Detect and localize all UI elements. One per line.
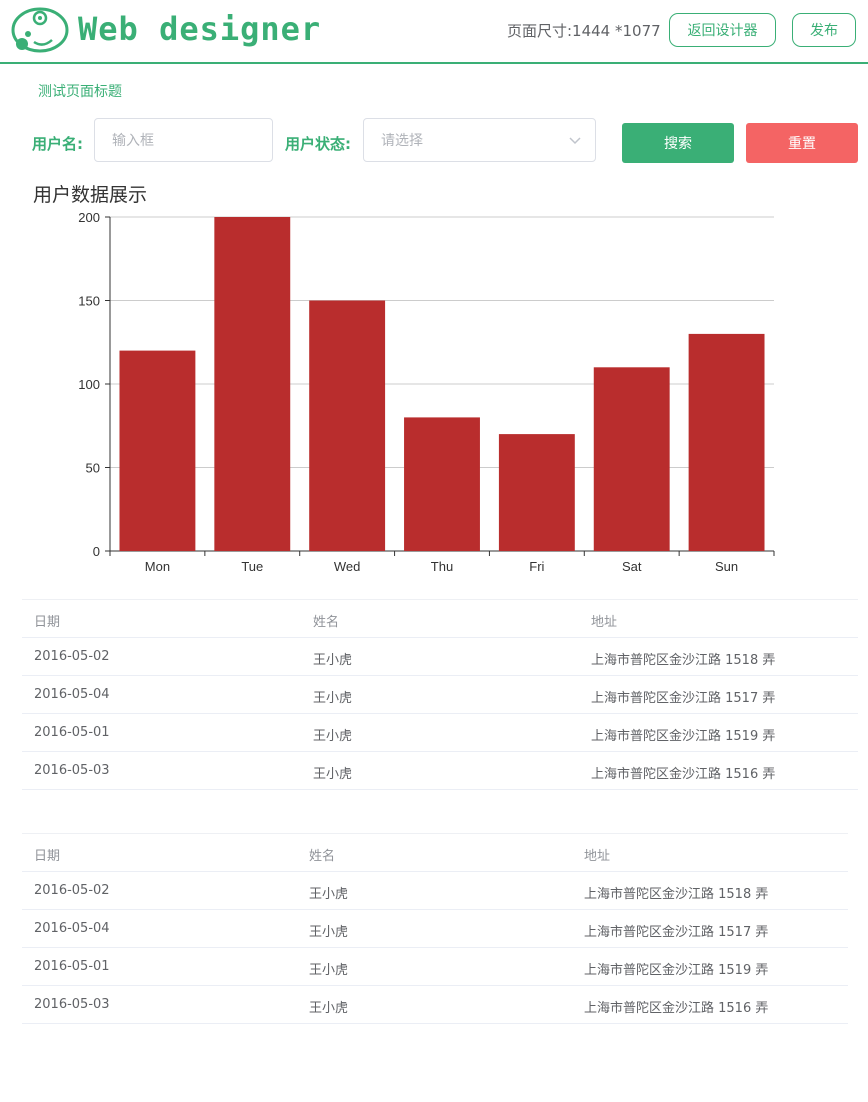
- table-row[interactable]: 2016-05-04 王小虎 上海市普陀区金沙江路 1517 弄: [22, 676, 858, 714]
- table-row[interactable]: 2016-05-03 王小虎 上海市普陀区金沙江路 1516 弄: [22, 752, 858, 790]
- table-row[interactable]: 2016-05-01 王小虎 上海市普陀区金沙江路 1519 弄: [22, 948, 848, 986]
- table-cell: 王小虎: [313, 729, 353, 744]
- table-row[interactable]: 2016-05-03 王小虎 上海市普陀区金沙江路 1516 弄: [22, 986, 848, 1024]
- x-tick-label: Fri: [529, 559, 544, 574]
- data-table-2: 日期 姓名 地址 2016-05-02 王小虎 上海市普陀区金沙江路 1518 弄 2016…: [22, 833, 848, 1099]
- table-cell: 2016-05-03: [34, 997, 110, 1012]
- table-cell: 2016-05-02: [34, 883, 110, 898]
- column-header: 地址: [584, 849, 611, 864]
- column-header: 地址: [591, 615, 618, 630]
- table-cell: 王小虎: [309, 963, 349, 978]
- bar-fri: [498, 434, 575, 551]
- bar-wed: [309, 300, 386, 551]
- table-cell: 上海市普陀区金沙江路 1518 弄: [584, 887, 769, 902]
- x-tick-label: Sat: [622, 559, 642, 574]
- y-tick-label: 150: [78, 294, 100, 309]
- table-cell: 上海市普陀区金沙江路 1519 弄: [591, 729, 776, 744]
- table-header-row: 日期 姓名 地址: [22, 834, 848, 872]
- table-cell: 王小虎: [309, 1001, 349, 1016]
- table-cell: 上海市普陀区金沙江路 1516 弄: [591, 767, 776, 782]
- table-cell: 2016-05-04: [34, 687, 110, 702]
- table-header-row: 日期 姓名 地址: [22, 600, 858, 638]
- bar-thu: [404, 417, 480, 551]
- table-cell: 王小虎: [309, 887, 349, 902]
- y-tick-label: 0: [93, 544, 100, 559]
- table-row[interactable]: 2016-05-04 王小虎 上海市普陀区金沙江路 1517 弄: [22, 910, 848, 948]
- column-header: 姓名: [313, 615, 340, 630]
- column-header: 姓名: [309, 849, 336, 864]
- bar-tue: [214, 217, 291, 551]
- table-row[interactable]: 2016-05-02 王小虎 上海市普陀区金沙江路 1518 弄: [22, 872, 848, 910]
- x-tick-label: Wed: [334, 559, 361, 574]
- bar-sat: [593, 367, 670, 551]
- column-header: 日期: [34, 615, 61, 630]
- table-cell: 王小虎: [313, 653, 353, 668]
- data-table-1: 日期 姓名 地址 2016-05-02 王小虎 上海市普陀区金沙江路 1518 弄 2016…: [22, 599, 858, 817]
- y-tick-label: 50: [86, 461, 100, 476]
- x-tick-label: Sun: [715, 559, 738, 574]
- table-cell: 上海市普陀区金沙江路 1518 弄: [591, 653, 776, 668]
- y-tick-label: 200: [78, 210, 100, 225]
- table-cell: 2016-05-01: [34, 959, 110, 974]
- table-cell: 上海市普陀区金沙江路 1517 弄: [591, 691, 776, 706]
- table-cell: 上海市普陀区金沙江路 1519 弄: [584, 963, 769, 978]
- column-header: 日期: [34, 849, 61, 864]
- table-cell: 王小虎: [309, 925, 349, 940]
- table-row[interactable]: 2016-05-01 王小虎 上海市普陀区金沙江路 1519 弄: [22, 714, 858, 752]
- x-tick-label: Mon: [145, 559, 170, 574]
- table-cell: 2016-05-01: [34, 725, 110, 740]
- bar-sun: [688, 333, 765, 551]
- y-tick-label: 100: [78, 377, 100, 392]
- table-cell: 2016-05-02: [34, 649, 110, 664]
- table-cell: 上海市普陀区金沙江路 1517 弄: [584, 925, 769, 940]
- table-row[interactable]: 2016-05-02 王小虎 上海市普陀区金沙江路 1518 弄: [22, 638, 858, 676]
- table-cell: 王小虎: [313, 767, 353, 782]
- bar-mon: [119, 350, 196, 551]
- x-tick-label: Tue: [241, 559, 263, 574]
- table-cell: 上海市普陀区金沙江路 1516 弄: [584, 1001, 769, 1016]
- bar-chart: 0 50 100 150 200 Mon Tue Wed Thu Fri Sat Sun: [78, 210, 775, 574]
- x-tick-label: Thu: [431, 559, 453, 574]
- table-cell: 2016-05-04: [34, 921, 110, 936]
- table-cell: 王小虎: [313, 691, 353, 706]
- table-cell: 2016-05-03: [34, 763, 110, 778]
